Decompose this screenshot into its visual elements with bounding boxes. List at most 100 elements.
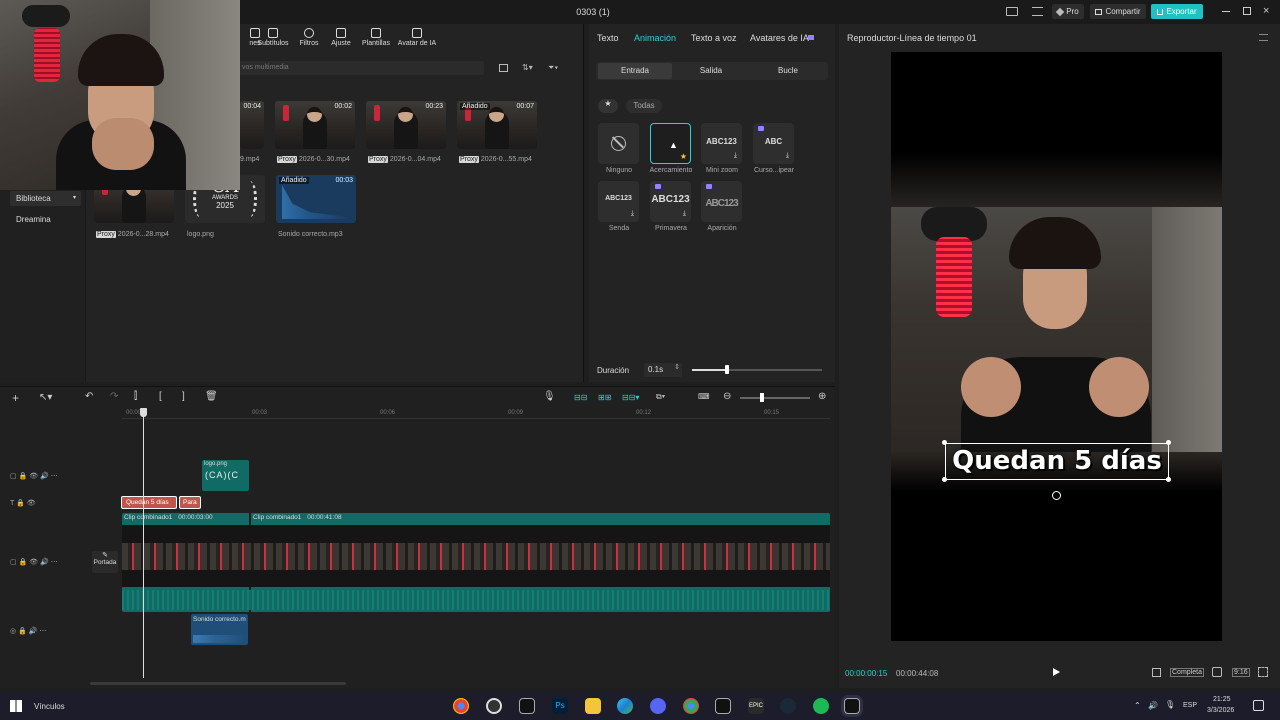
nav-item-dreamina[interactable]: Dreamina (10, 212, 81, 227)
spotify-icon[interactable] (813, 698, 829, 714)
tab-tts[interactable]: Texto a voz (691, 33, 737, 43)
media-search-input[interactable]: vos multimedia (238, 61, 484, 75)
crop-icon[interactable] (1152, 668, 1161, 677)
windows-start-icon[interactable] (10, 700, 22, 712)
track-controls-text[interactable]: T 🔒 👁 (10, 499, 36, 507)
media-item-audio[interactable]: Añadido 00:03 (276, 175, 356, 223)
obs-icon[interactable] (486, 698, 502, 714)
caption-text[interactable]: Quedan 5 días (945, 443, 1169, 480)
anim-cursor-typing[interactable]: ABC ⤓ (753, 123, 794, 164)
edge-icon[interactable] (617, 698, 633, 714)
add-icon[interactable]: + (12, 391, 19, 405)
duration-slider[interactable] (692, 365, 822, 374)
clock-date[interactable]: 3/3/2026 (1207, 707, 1234, 714)
segment-bucle[interactable]: Bucle (751, 63, 825, 79)
speaker-icon[interactable]: 🔊 (1148, 701, 1158, 710)
menu-icon[interactable] (1032, 7, 1043, 16)
track-controls-sticker[interactable]: ▢ 🔒 👁 🔊 ⋯ (10, 472, 58, 480)
layout-icon[interactable] (1006, 7, 1018, 16)
focus-icon[interactable] (1212, 667, 1222, 677)
language-indicator[interactable]: ESP (1183, 702, 1197, 709)
split-icon[interactable]: ⫿ (134, 391, 137, 402)
cover-button[interactable]: ✎ Portada (92, 551, 118, 573)
favorites-button[interactable]: ★ (598, 99, 618, 113)
anim-none[interactable] (598, 123, 639, 164)
audio-clip[interactable]: Sonido correcto.m (191, 614, 248, 645)
video-canvas[interactable] (891, 52, 1222, 641)
resize-handle[interactable] (1166, 477, 1171, 482)
preview-axis-icon[interactable]: ⧉▾ (656, 392, 665, 402)
segment-entrada[interactable]: Entrada (598, 63, 672, 79)
chrome-icon[interactable] (453, 698, 469, 714)
filter-icon[interactable]: ⏷▾ (548, 63, 558, 73)
anim-mini-zoom[interactable]: ABC123 ⤓ (701, 123, 742, 164)
record-audio-icon[interactable]: 🎙 (543, 391, 556, 402)
magnet-icon[interactable]: ⊟⊟ (574, 393, 587, 402)
media-item[interactable]: 00:04 (240, 101, 264, 149)
delete-icon[interactable]: 🗑 (205, 391, 218, 402)
tab-ai-avatars[interactable]: Avatares de IA (750, 33, 809, 43)
photoshop-icon[interactable]: Ps (552, 698, 568, 714)
segment-salida[interactable]: Salida (674, 63, 748, 79)
undo-icon[interactable]: ↶ (85, 391, 93, 402)
epic-games-icon[interactable]: EPIC (748, 698, 764, 714)
discord-icon[interactable] (650, 698, 666, 714)
duration-input[interactable]: 0.1s ⇕ (644, 363, 682, 377)
duration-slider-knob[interactable] (725, 365, 730, 374)
share-button[interactable]: Compartir (1090, 4, 1146, 19)
nav-item-library[interactable]: Biblioteca ▾ (10, 191, 81, 206)
playhead-handle[interactable] (140, 408, 147, 417)
media-item[interactable]: 00:02 (275, 101, 355, 149)
ratio-button[interactable]: 9:16 (1232, 668, 1250, 677)
maximize-icon[interactable] (1243, 7, 1251, 15)
redo-icon[interactable]: ↷ (110, 391, 118, 402)
player-menu-icon[interactable] (1259, 34, 1268, 41)
zoom-slider[interactable] (740, 393, 810, 402)
filter-all-chip[interactable]: Todas (626, 99, 662, 113)
pro-button[interactable]: Pro (1052, 4, 1084, 19)
capcut-alt-icon[interactable] (715, 698, 731, 714)
grid-view-icon[interactable] (499, 64, 508, 72)
tool-templates[interactable]: Plantillas (354, 28, 398, 47)
media-item[interactable]: 00:23 (366, 101, 446, 149)
close-icon[interactable]: × (1263, 5, 1269, 17)
tab-text[interactable]: Texto (597, 33, 619, 43)
tool-ai-avatar[interactable]: Avatar de IA (394, 28, 440, 47)
notifications-icon[interactable] (1253, 700, 1264, 711)
snap-icon[interactable]: ⊟⊟▾ (622, 393, 639, 402)
ratio-full-button[interactable]: Completa (1170, 668, 1204, 677)
rotate-icon[interactable] (1052, 491, 1061, 500)
trim-left-icon[interactable]: [ (159, 391, 162, 402)
anim-senda[interactable]: ABC123 ⤓ (598, 181, 639, 222)
anim-aparicion[interactable]: ABC123 (701, 181, 742, 222)
zoom-in-icon[interactable]: ⊕ (818, 391, 826, 402)
captions-icon[interactable]: ⌨ (698, 392, 710, 401)
folder-icon[interactable] (585, 698, 601, 714)
chrome-alt-icon[interactable] (683, 698, 699, 714)
resize-handle[interactable] (1166, 440, 1171, 445)
export-button[interactable]: Exportar (1151, 4, 1203, 19)
capcut-active-icon[interactable] (844, 698, 860, 714)
steam-icon[interactable] (780, 698, 796, 714)
fullscreen-icon[interactable] (1258, 667, 1268, 677)
sort-icon[interactable]: ⇅▾ (522, 63, 533, 72)
tray-chevron-icon[interactable]: ⌃ (1134, 701, 1141, 710)
mic-icon[interactable]: 🎙 (1165, 700, 1175, 709)
capcut-icon[interactable] (519, 698, 535, 714)
play-icon[interactable] (1053, 668, 1060, 676)
zoom-out-icon[interactable]: ⊖ (723, 391, 731, 402)
playhead[interactable] (140, 408, 147, 678)
resize-handle[interactable] (942, 440, 947, 445)
tab-animation[interactable]: Animación (634, 33, 676, 43)
link-icon[interactable]: ⊞⊞ (598, 393, 611, 402)
timeline-scrollbar[interactable] (90, 682, 346, 685)
sticker-clip[interactable]: logo.png (CA)(C (202, 460, 249, 491)
track-controls-main[interactable]: ▢ 🔒 👁 🔊 ⋯ (10, 558, 58, 566)
minimize-icon[interactable] (1222, 11, 1230, 12)
text-clip[interactable]: Para (179, 496, 201, 509)
anim-primavera[interactable]: ABC123 ⤓ (650, 181, 691, 222)
taskbar-label[interactable]: Vínculos (34, 702, 65, 711)
clock-time[interactable]: 21:25 (1213, 696, 1231, 703)
track-controls-audio[interactable]: ◎ 🔒 🔊 ⋯ (10, 627, 46, 635)
select-tool-icon[interactable]: ↖▾ (39, 392, 52, 403)
